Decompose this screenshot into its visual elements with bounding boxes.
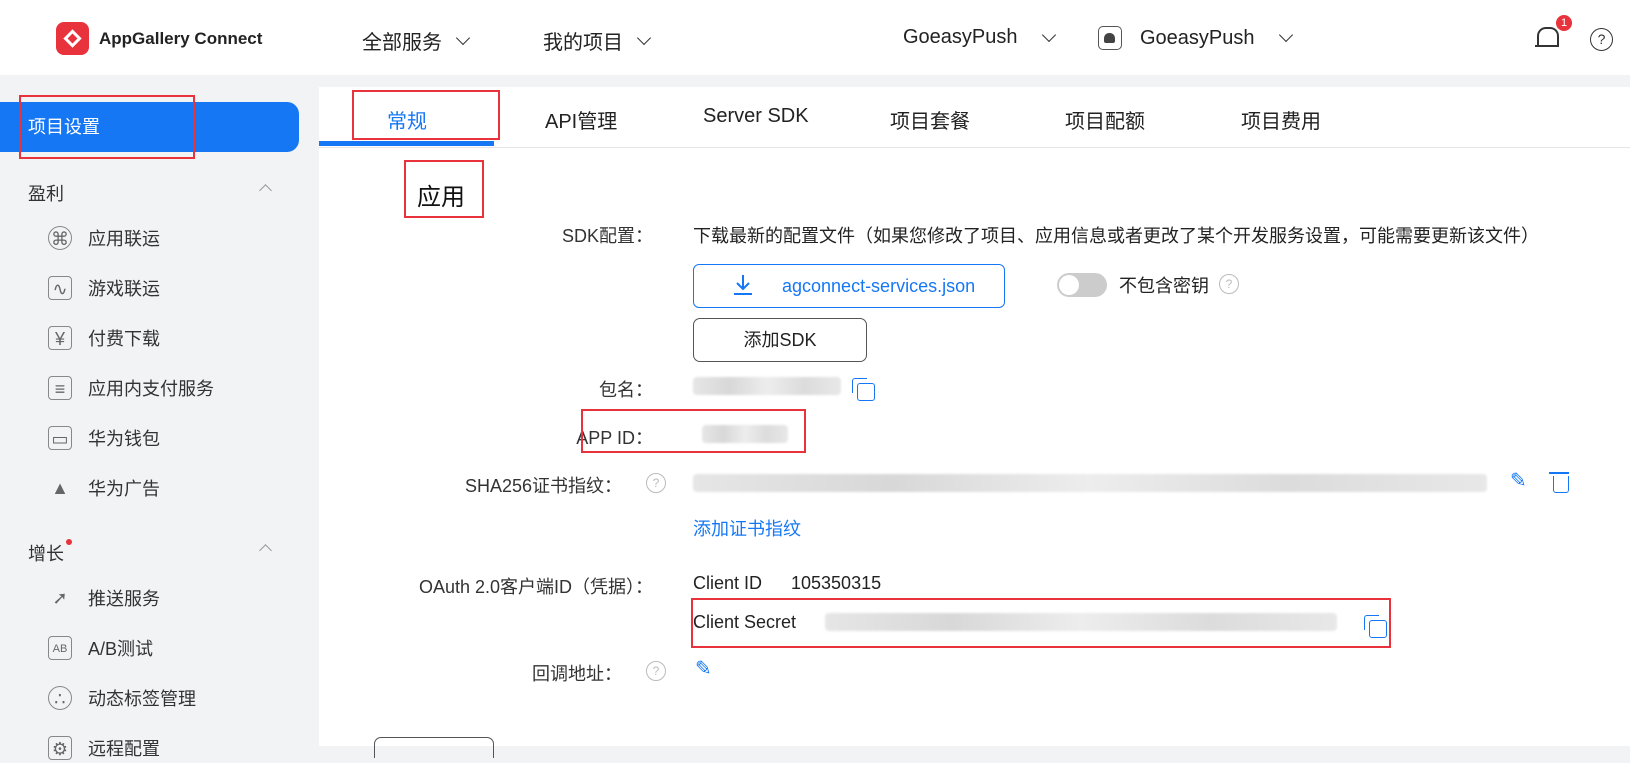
active-tab-indicator xyxy=(319,141,494,146)
tab-bar: 常规 API管理 Server SDK 项目套餐 项目配额 项目费用 xyxy=(319,87,1630,148)
sidebar-item-dynamic-tag[interactable]: ∴ 动态标签管理 xyxy=(48,683,196,713)
ab-test-icon: AB xyxy=(48,636,72,660)
nav-all-services-label: 全部服务 xyxy=(362,32,442,54)
sidebar-item-game-distribution[interactable]: ∿ 游戏联运 xyxy=(48,273,160,303)
help-icon[interactable]: ? xyxy=(1590,28,1613,51)
ads-icon: ▲ xyxy=(51,478,69,498)
in-app-purchase-icon: ≡ xyxy=(48,376,72,400)
exclude-key-label: 不包含密钥 xyxy=(1119,276,1209,296)
sdk-config-label: SDK配置： xyxy=(561,226,653,246)
appgallery-logo-icon[interactable] xyxy=(56,22,89,55)
client-id-label: Client ID xyxy=(693,573,763,593)
tab-api-management[interactable]: API管理 xyxy=(545,105,617,134)
project-selector-label: GoeasyPush xyxy=(903,26,1018,48)
sidebar-item-paid-download[interactable]: ¥ 付费下载 xyxy=(48,323,160,353)
copy-icon[interactable] xyxy=(852,378,875,401)
download-config-button[interactable]: agconnect-services.json xyxy=(693,264,1005,308)
add-sdk-button[interactable]: 添加SDK xyxy=(693,318,867,362)
help-icon[interactable]: ? xyxy=(646,661,666,681)
highlight-box xyxy=(581,409,806,453)
sidebar-item-remote-config[interactable]: ⚙ 远程配置 xyxy=(48,733,160,763)
app-selector-label: GoeasyPush xyxy=(1140,26,1255,49)
sidebar-item-huawei-wallet[interactable]: ▭ 华为钱包 xyxy=(48,423,160,453)
partial-button[interactable] xyxy=(374,737,494,758)
sidebar-item-push-service[interactable]: ➚ 推送服务 xyxy=(48,583,160,613)
sidebar-item-app-distribution[interactable]: ⌘ 应用联运 xyxy=(48,223,160,253)
app-distribution-icon: ⌘ xyxy=(48,226,72,250)
top-bar: AppGallery Connect 全部服务 我的项目 GoeasyPush … xyxy=(0,0,1630,75)
sidebar-item-ab-test[interactable]: AB A/B测试 xyxy=(48,633,153,663)
highlight-box xyxy=(352,90,500,140)
package-value-redacted xyxy=(693,377,841,395)
main-panel: 常规 API管理 Server SDK 项目套餐 项目配额 项目费用 应用 SD… xyxy=(319,87,1630,746)
sidebar-item-in-app-purchase[interactable]: ≡ 应用内支付服务 xyxy=(48,373,214,403)
chevron-down-icon xyxy=(1278,27,1293,43)
remote-config-icon: ⚙ xyxy=(48,736,72,760)
callback-url-label: 回调地址： xyxy=(532,664,622,684)
sidebar-item-label: A/B测试 xyxy=(88,639,154,659)
add-cert-fingerprint-link[interactable]: 添加证书指纹 xyxy=(693,515,801,541)
android-icon xyxy=(1098,26,1122,50)
sidebar-item-label: 远程配置 xyxy=(88,739,160,759)
chevron-down-icon xyxy=(1041,27,1056,42)
game-distribution-icon: ∿ xyxy=(48,276,72,300)
project-selector[interactable]: GoeasyPush xyxy=(903,26,1056,49)
sidebar-item-label: 华为广告 xyxy=(88,479,160,499)
paid-download-icon: ¥ xyxy=(48,326,72,350)
sha256-value-redacted xyxy=(693,474,1487,492)
edit-icon[interactable]: ✎ xyxy=(1510,471,1530,491)
nav-all-services[interactable]: 全部服务 xyxy=(362,26,471,55)
delete-icon[interactable] xyxy=(1549,472,1569,493)
notification-badge: 1 xyxy=(1556,15,1572,31)
help-icon[interactable]: ? xyxy=(646,473,666,493)
dynamic-tag-icon: ∴ xyxy=(48,686,72,710)
tab-project-cost[interactable]: 项目费用 xyxy=(1241,105,1321,134)
chevron-down-icon xyxy=(636,30,652,45)
sidebar-group-monetize[interactable]: 盈利 xyxy=(28,180,64,206)
exclude-key-toggle[interactable] xyxy=(1057,273,1107,297)
sdk-config-description: 下载最新的配置文件（如果您修改了项目、应用信息或者更改了某个开发服务设置，可能需… xyxy=(693,226,1539,246)
tab-project-quota[interactable]: 项目配额 xyxy=(1065,105,1145,134)
chevron-down-icon xyxy=(455,30,471,45)
nav-my-projects-label: 我的项目 xyxy=(543,32,623,54)
tab-server-sdk[interactable]: Server SDK xyxy=(703,105,809,128)
help-icon[interactable]: ? xyxy=(1219,274,1239,294)
client-id-value: 105350315 xyxy=(791,573,882,593)
download-icon xyxy=(734,275,752,295)
wallet-icon: ▭ xyxy=(48,426,72,450)
sidebar-item-label: 推送服务 xyxy=(88,589,160,609)
highlight-box xyxy=(691,598,1391,648)
new-dot xyxy=(66,539,72,545)
sha256-label: SHA256证书指纹： xyxy=(464,476,622,496)
sidebar-item-label: 应用内支付服务 xyxy=(88,379,214,399)
nav-my-projects[interactable]: 我的项目 xyxy=(543,26,652,55)
tab-project-plan[interactable]: 项目套餐 xyxy=(890,105,970,134)
sidebar-item-huawei-ads[interactable]: ▲ 华为广告 xyxy=(48,473,160,503)
highlight-box xyxy=(19,95,195,159)
sidebar-item-label: 动态标签管理 xyxy=(88,689,196,709)
edit-icon[interactable]: ✎ xyxy=(695,659,715,679)
bell-icon[interactable] xyxy=(1535,27,1559,47)
brand-name[interactable]: AppGallery Connect xyxy=(99,29,262,49)
download-config-label: agconnect-services.json xyxy=(782,276,976,296)
highlight-box xyxy=(404,160,484,218)
sidebar-item-label: 游戏联运 xyxy=(88,279,160,299)
app-selector[interactable]: GoeasyPush xyxy=(1098,26,1293,50)
sidebar-item-label: 应用联运 xyxy=(88,229,160,249)
sidebar-item-label: 华为钱包 xyxy=(88,429,160,449)
oauth-label: OAuth 2.0客户端ID（凭据）： xyxy=(418,577,653,597)
sidebar-item-label: 付费下载 xyxy=(88,329,160,349)
package-label: 包名： xyxy=(599,380,653,400)
rocket-icon: ➚ xyxy=(52,588,68,608)
sidebar-group-growth[interactable]: 增长 xyxy=(28,540,64,566)
